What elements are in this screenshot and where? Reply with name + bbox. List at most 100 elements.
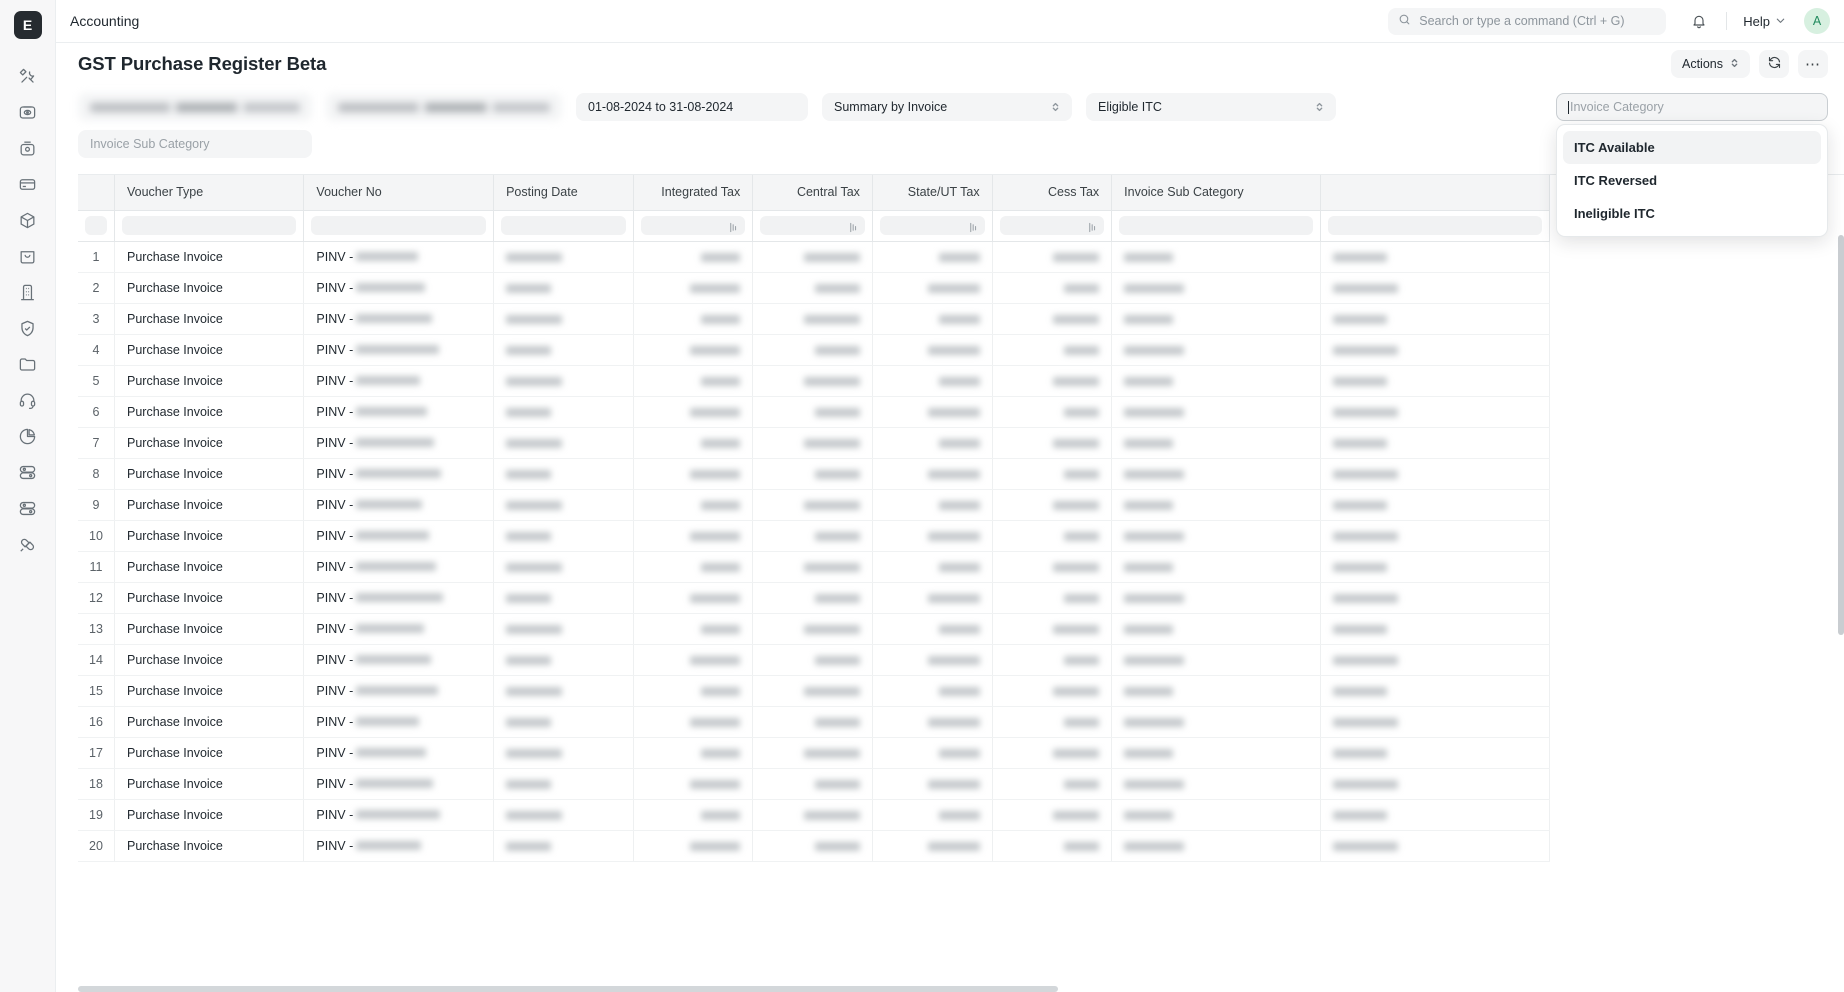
cell-voucher-no[interactable]: PINV - <box>303 458 495 490</box>
cell-voucher-no[interactable]: PINV - <box>303 706 495 738</box>
column-header-integrated-tax[interactable]: Integrated Tax <box>633 175 754 211</box>
cell-voucher-no[interactable]: PINV - <box>303 644 495 676</box>
pie-chart-icon[interactable] <box>10 421 46 451</box>
table-row[interactable]: 8 Purchase Invoice PINV - <box>78 458 1550 490</box>
filter-cell-state-ut-tax[interactable] <box>872 210 993 242</box>
cell-voucher-no[interactable]: PINV - <box>303 768 495 800</box>
filter-cell-integrated-tax[interactable] <box>633 210 754 242</box>
filter-cell-voucher-type[interactable] <box>114 210 305 242</box>
search-input[interactable]: Search or type a command (Ctrl + G) <box>1388 7 1667 35</box>
folder-icon[interactable] <box>10 349 46 379</box>
bag-icon[interactable] <box>10 241 46 271</box>
headset-icon[interactable] <box>10 385 46 415</box>
table-row[interactable]: 2 Purchase Invoice PINV - <box>78 272 1550 304</box>
cell-voucher-no[interactable]: PINV - <box>303 334 495 366</box>
cell-voucher-no[interactable]: PINV - <box>303 427 495 459</box>
table-row[interactable]: 4 Purchase Invoice PINV - <box>78 334 1550 366</box>
camera-icon[interactable] <box>10 133 46 163</box>
filter-cell-voucher-no[interactable] <box>303 210 495 242</box>
help-menu[interactable]: Help <box>1739 11 1790 32</box>
table-row[interactable]: 14 Purchase Invoice PINV - <box>78 644 1550 676</box>
column-header-state-ut-tax[interactable]: State/UT Tax <box>872 175 993 211</box>
filter-cell-index[interactable] <box>78 210 115 242</box>
redacted-value <box>938 624 980 634</box>
cell-voucher-no[interactable]: PINV - <box>303 396 495 428</box>
cell-voucher-no[interactable]: PINV - <box>303 582 495 614</box>
shield-icon[interactable] <box>10 313 46 343</box>
table-row[interactable]: 20 Purchase Invoice PINV - <box>78 830 1550 862</box>
gstin-filter[interactable] <box>326 93 562 121</box>
inbox-icon[interactable] <box>10 97 46 127</box>
cell-voucher-no[interactable]: PINV - <box>303 675 495 707</box>
dropdown-option-itc-reversed[interactable]: ITC Reversed <box>1563 164 1821 197</box>
actions-button[interactable]: Actions <box>1671 50 1750 78</box>
filter-cell-central-tax[interactable] <box>752 210 873 242</box>
table-row[interactable]: 10 Purchase Invoice PINV - <box>78 520 1550 552</box>
table-row[interactable]: 15 Purchase Invoice PINV - <box>78 675 1550 707</box>
cell-voucher-no[interactable]: PINV - <box>303 489 495 521</box>
table-row[interactable]: 11 Purchase Invoice PINV - <box>78 551 1550 583</box>
table-row[interactable]: 6 Purchase Invoice PINV - <box>78 396 1550 428</box>
package-icon[interactable] <box>10 205 46 235</box>
dropdown-option-ineligible-itc[interactable]: Ineligible ITC <box>1563 197 1821 230</box>
horizontal-scrollbar-thumb[interactable] <box>78 986 1058 992</box>
company-filter[interactable] <box>78 93 312 121</box>
vertical-scrollbar[interactable] <box>1838 211 1844 986</box>
eligible-itc-filter[interactable]: Eligible ITC <box>1086 93 1336 121</box>
redacted-value <box>1124 686 1174 696</box>
bell-icon[interactable] <box>1684 7 1714 35</box>
table-row[interactable]: 16 Purchase Invoice PINV - <box>78 706 1550 738</box>
column-header-invoice-sub-category[interactable]: Invoice Sub Category <box>1111 175 1322 211</box>
cell-voucher-no[interactable]: PINV - <box>303 551 495 583</box>
tools-icon[interactable] <box>10 61 46 91</box>
column-header-central-tax[interactable]: Central Tax <box>752 175 873 211</box>
table-row[interactable]: 19 Purchase Invoice PINV - <box>78 799 1550 831</box>
toggles-alt-icon[interactable] <box>10 493 46 523</box>
table-row[interactable]: 5 Purchase Invoice PINV - <box>78 365 1550 397</box>
cell-voucher-no[interactable]: PINV - <box>303 737 495 769</box>
table-row[interactable]: 3 Purchase Invoice PINV - <box>78 303 1550 335</box>
dropdown-option-itc-available[interactable]: ITC Available <box>1563 131 1821 164</box>
column-header-voucher-no[interactable]: Voucher No <box>303 175 495 211</box>
cell-voucher-no[interactable]: PINV - <box>303 799 495 831</box>
toggles-icon[interactable] <box>10 457 46 487</box>
cell-voucher-no[interactable]: PINV - <box>303 830 495 862</box>
table-row[interactable]: 1 Purchase Invoice PINV - <box>78 241 1550 273</box>
filter-cell-extra[interactable] <box>1320 210 1550 242</box>
summary-by-filter[interactable]: Summary by Invoice <box>822 93 1072 121</box>
vertical-scrollbar-thumb[interactable] <box>1838 235 1844 635</box>
cell-voucher-no[interactable]: PINV - <box>303 241 495 273</box>
report-table-scroll[interactable]: Voucher Type Voucher No Posting Date Int… <box>78 175 1550 862</box>
column-header-extra[interactable] <box>1320 175 1550 211</box>
cell-voucher-no[interactable]: PINV - <box>303 365 495 397</box>
invoice-sub-category-filter[interactable]: Invoice Sub Category <box>78 130 312 158</box>
more-options-button[interactable]: ⋯ <box>1798 50 1828 78</box>
date-range-filter[interactable]: 01-08-2024 to 31-08-2024 <box>576 93 808 121</box>
filter-cell-invoice-sub-category[interactable] <box>1111 210 1322 242</box>
table-row[interactable]: 17 Purchase Invoice PINV - <box>78 737 1550 769</box>
building-icon[interactable] <box>10 277 46 307</box>
cell-voucher-no[interactable]: PINV - <box>303 303 495 335</box>
plug-icon[interactable] <box>10 529 46 559</box>
column-header-voucher-type[interactable]: Voucher Type <box>114 175 305 211</box>
breadcrumb[interactable]: Accounting <box>70 13 139 29</box>
cell-voucher-no[interactable]: PINV - <box>303 520 495 552</box>
column-header-cess-tax[interactable]: Cess Tax <box>992 175 1113 211</box>
table-row[interactable]: 7 Purchase Invoice PINV - <box>78 427 1550 459</box>
table-row[interactable]: 12 Purchase Invoice PINV - <box>78 582 1550 614</box>
invoice-category-input[interactable]: Invoice Category <box>1556 93 1828 121</box>
filter-cell-posting-date[interactable] <box>493 210 634 242</box>
table-row[interactable]: 9 Purchase Invoice PINV - <box>78 489 1550 521</box>
table-row[interactable]: 18 Purchase Invoice PINV - <box>78 768 1550 800</box>
avatar[interactable]: A <box>1804 8 1830 34</box>
card-icon[interactable] <box>10 169 46 199</box>
column-header-posting-date[interactable]: Posting Date <box>493 175 634 211</box>
table-row[interactable]: 13 Purchase Invoice PINV - <box>78 613 1550 645</box>
cell-voucher-no[interactable]: PINV - <box>303 272 495 304</box>
report-table-body: 1 Purchase Invoice PINV -2 Purchase Invoice… <box>78 241 1550 862</box>
refresh-button[interactable] <box>1759 50 1789 78</box>
cell-voucher-no[interactable]: PINV - <box>303 613 495 645</box>
horizontal-scrollbar[interactable] <box>78 986 1844 992</box>
filter-cell-cess-tax[interactable] <box>992 210 1113 242</box>
app-logo[interactable]: E <box>13 11 42 39</box>
